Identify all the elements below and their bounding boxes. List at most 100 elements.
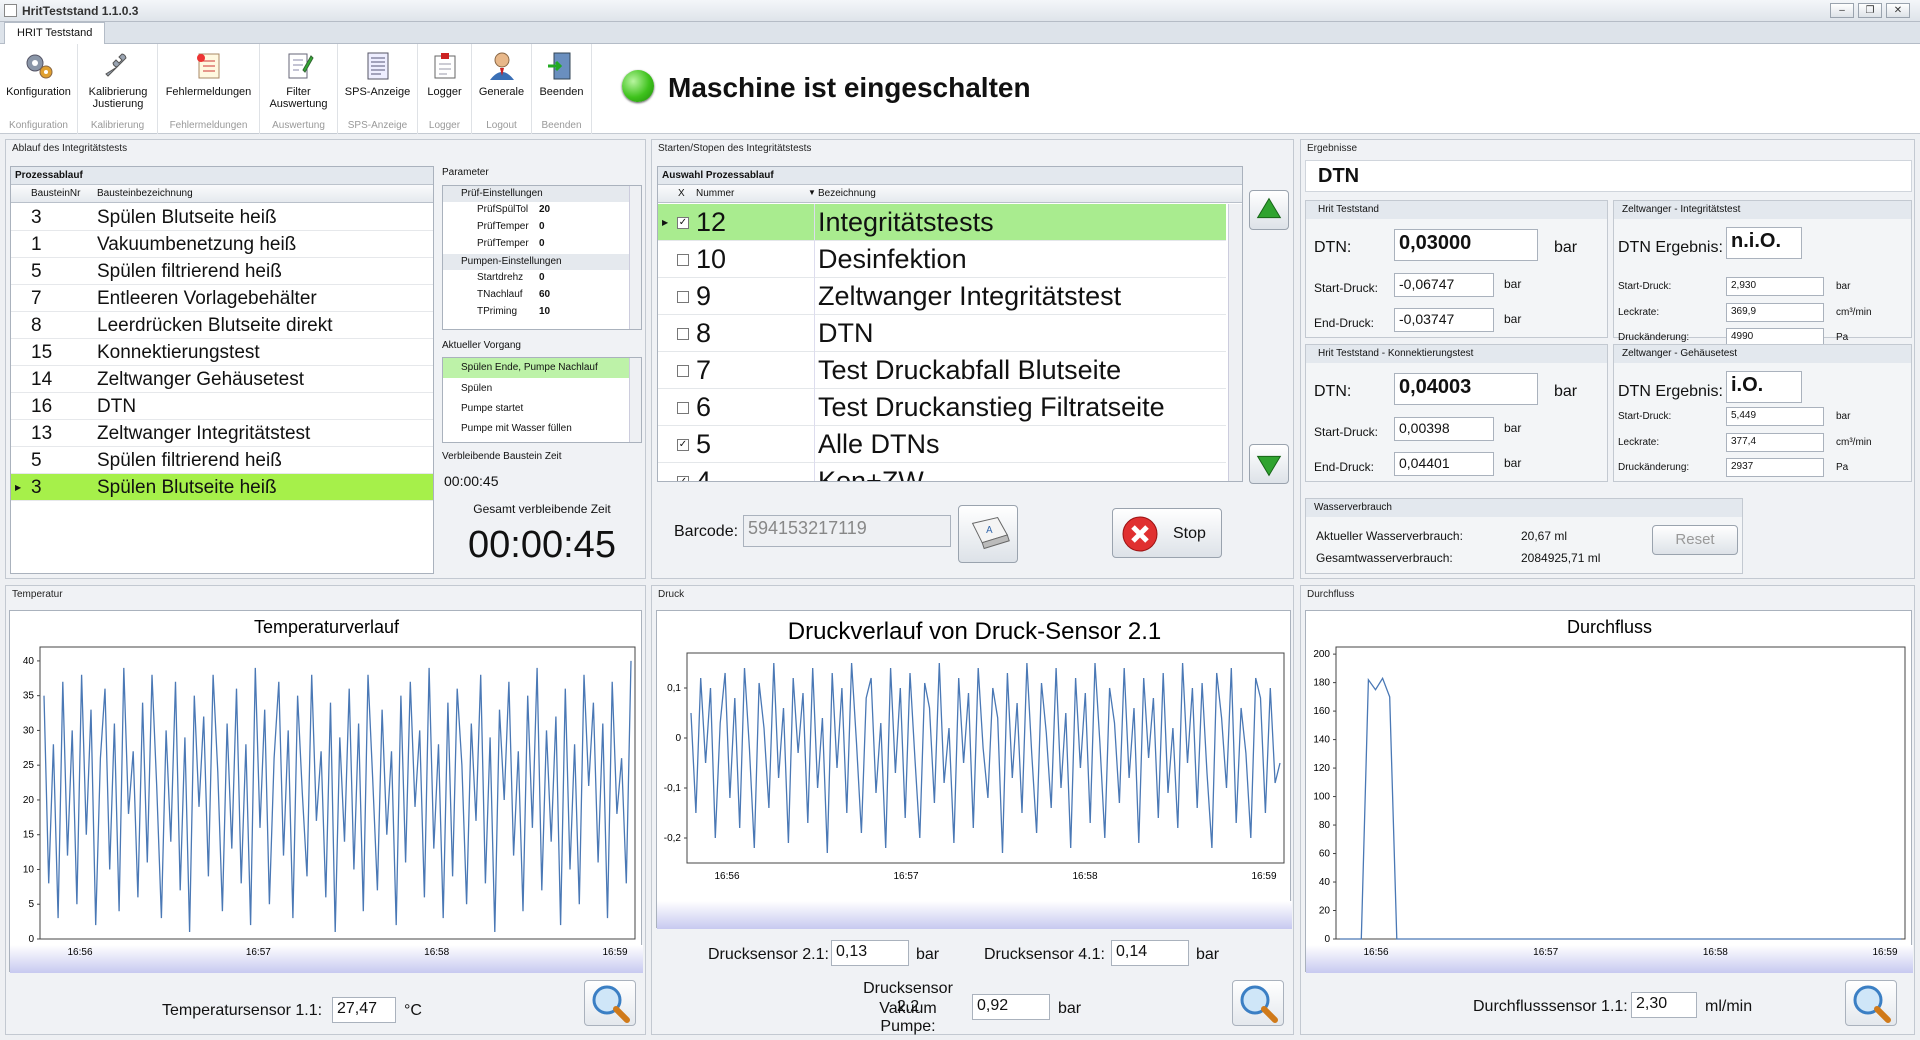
- dtn-label: DTN:: [1314, 239, 1352, 256]
- move-up-button[interactable]: [1249, 190, 1289, 230]
- minimize-button[interactable]: –: [1830, 3, 1854, 18]
- table-row[interactable]: 13 Zeltwanger Integritätstest: [11, 420, 433, 447]
- param-value[interactable]: 0: [539, 238, 545, 249]
- auswahl-grid[interactable]: Auswahl Prozessablauf X Nummer ▼ Bezeich…: [657, 166, 1243, 482]
- vorgang-list[interactable]: Spülen Ende, Pumpe Nachlauf Spülen Pumpe…: [442, 357, 642, 443]
- maximize-button[interactable]: ❐: [1858, 3, 1882, 18]
- prozessablauf-grid[interactable]: Prozessablauf BausteinNr Bausteinbezeich…: [10, 166, 434, 574]
- auswahl-rows: ▶ ✓ 12 Integritätstests 10 Desinfektion 9 Zeltw…: [658, 204, 1226, 482]
- drucksensor-21-value: 0,13: [831, 940, 909, 966]
- table-row[interactable]: ✓ 4 Kon+ZW: [658, 463, 1226, 482]
- ribbon-group-konfiguration[interactable]: Konfiguration Konfiguration: [0, 44, 78, 134]
- dtn-ergebnis-label: DTN Ergebnis:: [1618, 239, 1723, 256]
- table-row[interactable]: 7 Test Druckabfall Blutseite: [658, 352, 1226, 389]
- param-value[interactable]: 60: [539, 289, 550, 300]
- error-list-icon: [197, 53, 220, 79]
- list-item-active[interactable]: Spülen Ende, Pumpe Nachlauf: [443, 358, 629, 378]
- y-tick-label: 160: [1313, 706, 1330, 717]
- wasser-gesamt-value: 2084925,71 ml: [1521, 551, 1601, 565]
- keyboard-button[interactable]: A: [958, 505, 1018, 563]
- param-value[interactable]: 10: [539, 306, 550, 317]
- druck-zoom-button[interactable]: [1232, 980, 1284, 1026]
- col-nummer[interactable]: Nummer: [696, 188, 734, 199]
- total-time-label: Gesamt verbleibende Zeit: [473, 502, 611, 516]
- ribbon-group-beenden[interactable]: Beenden Beenden: [532, 44, 592, 134]
- temperatur-chart-svg: Temperaturverlauf 0 5 10 15 20 25 30 35 40 16:56 16…: [10, 617, 643, 973]
- param-group[interactable]: Prüf-Einstellungen: [443, 186, 629, 202]
- row-checkbox[interactable]: [677, 254, 689, 266]
- ribbon-group-logout[interactable]: Generale Logout: [472, 44, 532, 134]
- y-tick-label: 20: [1319, 906, 1331, 917]
- col-x[interactable]: X: [678, 188, 685, 199]
- y-tick-label: 25: [23, 760, 35, 771]
- row-checkbox[interactable]: [677, 291, 689, 303]
- col-bausteinbezeichnung[interactable]: Bausteinbezeichnung: [97, 188, 193, 199]
- y-tick-label: 100: [1313, 792, 1330, 803]
- temperatur-zoom-button[interactable]: [584, 980, 636, 1026]
- keyboard-key-icon: A: [971, 517, 1010, 550]
- ribbon-caption: SPS-Anzeige: [347, 120, 408, 131]
- row-checkbox[interactable]: ✓: [677, 439, 689, 451]
- x-tick-label: 16:56: [714, 871, 739, 882]
- reset-button[interactable]: Reset: [1652, 525, 1738, 555]
- row-nummer: 4: [696, 466, 712, 482]
- ergebnisse-panel: Ergebnisse DTN Hrit Teststand DTN: 0,030…: [1300, 139, 1915, 579]
- hrit-box-title: Hrit Teststand: [1306, 201, 1607, 219]
- list-item[interactable]: Pumpe startet: [461, 403, 523, 414]
- row-checkbox[interactable]: ✓: [677, 476, 689, 481]
- ribbon-group-fehlermeldungen[interactable]: Fehlermeldungen Fehlermeldungen: [158, 44, 260, 134]
- param-group[interactable]: Pumpen-Einstellungen: [443, 254, 629, 270]
- ribbon-group-auswertung[interactable]: Filter Auswertung Auswertung: [260, 44, 338, 134]
- table-row[interactable]: 5 Spülen filtrierend heiß: [11, 258, 433, 285]
- move-down-button[interactable]: [1249, 444, 1289, 484]
- prozessablauf-grid-title: Prozessablauf: [11, 167, 433, 185]
- plot-area: [39, 646, 636, 940]
- close-button[interactable]: ✕: [1886, 3, 1910, 18]
- row-checkbox[interactable]: [677, 328, 689, 340]
- row-checkbox[interactable]: ✓: [677, 217, 689, 229]
- list-item[interactable]: Spülen: [461, 383, 492, 394]
- table-row[interactable]: 15 Konnektierungstest: [11, 339, 433, 366]
- parameter-grid[interactable]: Prüf-Einstellungen PrüfSpülTol 20 PrüfTe…: [442, 185, 642, 330]
- durchfluss-zoom-button[interactable]: [1845, 980, 1897, 1026]
- ribbon-group-logger[interactable]: Logger Logger: [418, 44, 472, 134]
- table-row[interactable]: 10 Desinfektion: [658, 241, 1226, 278]
- parameter-scrollbar[interactable]: [629, 186, 641, 329]
- barcode-input[interactable]: 594153217119: [743, 515, 951, 547]
- ribbon-caption: Auswertung: [272, 120, 325, 131]
- stop-button[interactable]: Stop: [1112, 508, 1222, 558]
- row-checkbox[interactable]: [677, 402, 689, 414]
- table-row[interactable]: 14 Zeltwanger Gehäusetest: [11, 366, 433, 393]
- col-bausteinnr[interactable]: BausteinNr: [31, 188, 80, 199]
- table-row[interactable]: 5 Spülen filtrierend heiß: [11, 447, 433, 474]
- param-value[interactable]: 0: [539, 272, 545, 283]
- table-row[interactable]: ▶ ✓ 12 Integritätstests: [658, 204, 1226, 241]
- table-row[interactable]: 1 Vakuumbenetzung heiß: [11, 231, 433, 258]
- vorgang-scrollbar[interactable]: [629, 358, 641, 442]
- table-row[interactable]: 6 Test Druckanstieg Filtratseite: [658, 389, 1226, 426]
- list-item[interactable]: Pumpe mit Wasser füllen: [461, 423, 572, 434]
- table-row[interactable]: 7 Entleeren Vorlagebehälter: [11, 285, 433, 312]
- row-pointer-icon: ▶: [15, 483, 22, 492]
- auswahl-scrollbar[interactable]: [1228, 204, 1242, 481]
- table-row[interactable]: 3 Spülen Blutseite heiß: [11, 204, 433, 231]
- param-value[interactable]: 20: [539, 204, 550, 215]
- row-nummer: 8: [696, 318, 712, 348]
- table-row[interactable]: 9 Zeltwanger Integritätstest: [658, 278, 1226, 315]
- sort-arrow-icon[interactable]: ▼: [808, 188, 816, 197]
- row-bezeichnung: Test Druckanstieg Filtratseite: [818, 392, 1165, 422]
- ribbon-group-kalibrierung[interactable]: Kalibrierung Justierung Kalibrierung: [78, 44, 158, 134]
- col-bezeichnung[interactable]: Bezeichnung: [818, 188, 876, 199]
- row-checkbox[interactable]: [677, 365, 689, 377]
- ribbon-caption: Konfiguration: [9, 120, 68, 131]
- table-row[interactable]: 16 DTN: [11, 393, 433, 420]
- table-row[interactable]: 8 Leerdrücken Blutseite direkt: [11, 312, 433, 339]
- param-value[interactable]: 0: [539, 221, 545, 232]
- tab-hrit-teststand[interactable]: HRIT Teststand: [4, 22, 106, 45]
- ribbon-group-sps-anzeige[interactable]: SPS-Anzeige SPS-Anzeige: [338, 44, 418, 134]
- table-row[interactable]: 8 DTN: [658, 315, 1226, 352]
- row-bezeichnung: DTN: [818, 318, 874, 348]
- table-row-active[interactable]: ▶ 3 Spülen Blutseite heiß: [11, 474, 433, 501]
- table-row[interactable]: ✓ 5 Alle DTNs: [658, 426, 1226, 463]
- ribbon-caption: Logger: [428, 120, 461, 131]
